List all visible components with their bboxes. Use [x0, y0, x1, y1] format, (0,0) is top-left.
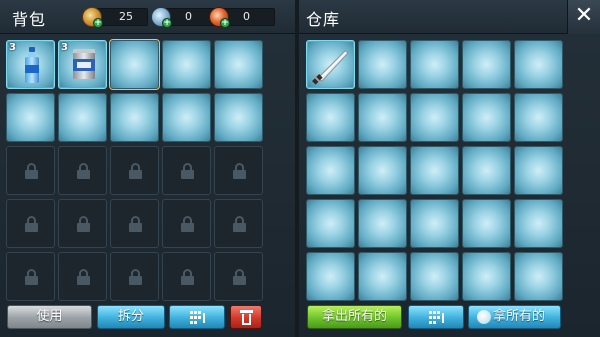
lock-icon — [129, 163, 142, 179]
discard-button[interactable] — [230, 305, 262, 329]
backpack-slot-9[interactable] — [162, 93, 211, 142]
warehouse-slot-21[interactable] — [306, 252, 355, 301]
warehouse-slot-11[interactable] — [306, 146, 355, 195]
warehouse-slot-10[interactable] — [514, 93, 563, 142]
knife-icon — [311, 47, 351, 85]
diamond-currency-value: 0 — [185, 10, 192, 23]
backpack-slot-20[interactable] — [214, 199, 263, 248]
warehouse-slot-15[interactable] — [514, 146, 563, 195]
lock-icon — [25, 269, 38, 285]
backpack-slot-17[interactable] — [58, 199, 107, 248]
backpack-slot-15[interactable] — [214, 146, 263, 195]
trash-icon — [240, 310, 253, 325]
backpack-slot-7[interactable] — [58, 93, 107, 142]
lock-icon — [77, 163, 90, 179]
use-button[interactable]: 使用 — [7, 305, 92, 329]
lock-icon — [233, 163, 246, 179]
take-all-label: 拿所有的 — [493, 309, 546, 324]
backpack-slot-8[interactable] — [110, 93, 159, 142]
warehouse-slot-22[interactable] — [358, 252, 407, 301]
split-button[interactable]: 拆分 — [97, 305, 165, 329]
warehouse-slot-12[interactable] — [358, 146, 407, 195]
sort-icon — [429, 311, 445, 324]
item-count: 3 — [9, 42, 16, 53]
red-currency-value: 0 — [243, 10, 250, 23]
warehouse-slot-1[interactable] — [306, 40, 355, 89]
warehouse-slot-19[interactable] — [462, 199, 511, 248]
backpack-slot-23[interactable] — [110, 252, 159, 301]
add-diamond-button[interactable]: + — [162, 18, 172, 28]
backpack-slot-22[interactable] — [58, 252, 107, 301]
backpack-slot-16[interactable] — [6, 199, 55, 248]
warehouse-title: 仓库 — [306, 10, 341, 29]
lock-icon — [129, 269, 142, 285]
warehouse-slot-23[interactable] — [410, 252, 459, 301]
lock-icon — [129, 216, 142, 232]
take-all-button[interactable]: 拿所有的 — [468, 305, 561, 329]
canned-food-icon — [73, 49, 95, 81]
warehouse-header — [299, 0, 600, 34]
backpack-slot-14[interactable] — [162, 146, 211, 195]
add-red-button[interactable]: + — [220, 18, 230, 28]
red-currency: 0 + — [209, 7, 279, 28]
backpack-slot-19[interactable] — [162, 199, 211, 248]
backpack-title: 背包 — [12, 10, 47, 29]
lock-icon — [25, 216, 38, 232]
warehouse-slot-17[interactable] — [358, 199, 407, 248]
backpack-slot-2[interactable]: 3 — [58, 40, 107, 89]
backpack-slot-21[interactable] — [6, 252, 55, 301]
backpack-slot-4[interactable] — [162, 40, 211, 89]
sort-backpack-button[interactable] — [169, 305, 225, 329]
backpack-grid: 33 — [6, 39, 263, 301]
warehouse-slot-8[interactable] — [410, 93, 459, 142]
close-button[interactable]: ✕ — [567, 0, 600, 34]
backpack-slot-6[interactable] — [6, 93, 55, 142]
warehouse-slot-20[interactable] — [514, 199, 563, 248]
backpack-slot-13[interactable] — [110, 146, 159, 195]
warehouse-slot-5[interactable] — [514, 40, 563, 89]
backpack-slot-3[interactable] — [109, 39, 160, 90]
hand-icon — [477, 310, 491, 324]
warehouse-slot-4[interactable] — [462, 40, 511, 89]
lock-icon — [25, 163, 38, 179]
warehouse-slot-2[interactable] — [358, 40, 407, 89]
silver-currency: 25 + — [82, 7, 152, 28]
sort-warehouse-button[interactable] — [408, 305, 464, 329]
close-icon: ✕ — [574, 3, 594, 28]
backpack-slot-25[interactable] — [214, 252, 263, 301]
sort-icon — [190, 311, 206, 324]
backpack-slot-5[interactable] — [214, 40, 263, 89]
lock-icon — [181, 269, 194, 285]
warehouse-grid — [306, 40, 563, 301]
panel-divider — [295, 0, 299, 337]
warehouse-slot-6[interactable] — [306, 93, 355, 142]
lock-icon — [233, 216, 246, 232]
warehouse-slot-18[interactable] — [410, 199, 459, 248]
item-count: 3 — [61, 42, 68, 53]
warehouse-slot-13[interactable] — [410, 146, 459, 195]
warehouse-slot-25[interactable] — [514, 252, 563, 301]
backpack-slot-1[interactable]: 3 — [6, 40, 55, 89]
water-bottle-icon — [25, 47, 39, 83]
warehouse-slot-14[interactable] — [462, 146, 511, 195]
warehouse-slot-7[interactable] — [358, 93, 407, 142]
lock-icon — [77, 269, 90, 285]
backpack-slot-11[interactable] — [6, 146, 55, 195]
lock-icon — [233, 269, 246, 285]
warehouse-slot-16[interactable] — [306, 199, 355, 248]
backpack-slot-10[interactable] — [214, 93, 263, 142]
warehouse-slot-3[interactable] — [410, 40, 459, 89]
add-silver-button[interactable]: + — [93, 18, 103, 28]
backpack-slot-18[interactable] — [110, 199, 159, 248]
silver-currency-value: 25 — [119, 10, 133, 23]
warehouse-slot-24[interactable] — [462, 252, 511, 301]
take-out-all-button[interactable]: 拿出所有的 — [307, 305, 402, 329]
lock-icon — [77, 216, 90, 232]
lock-icon — [181, 216, 194, 232]
backpack-slot-12[interactable] — [58, 146, 107, 195]
lock-icon — [181, 163, 194, 179]
warehouse-slot-9[interactable] — [462, 93, 511, 142]
backpack-slot-24[interactable] — [162, 252, 211, 301]
